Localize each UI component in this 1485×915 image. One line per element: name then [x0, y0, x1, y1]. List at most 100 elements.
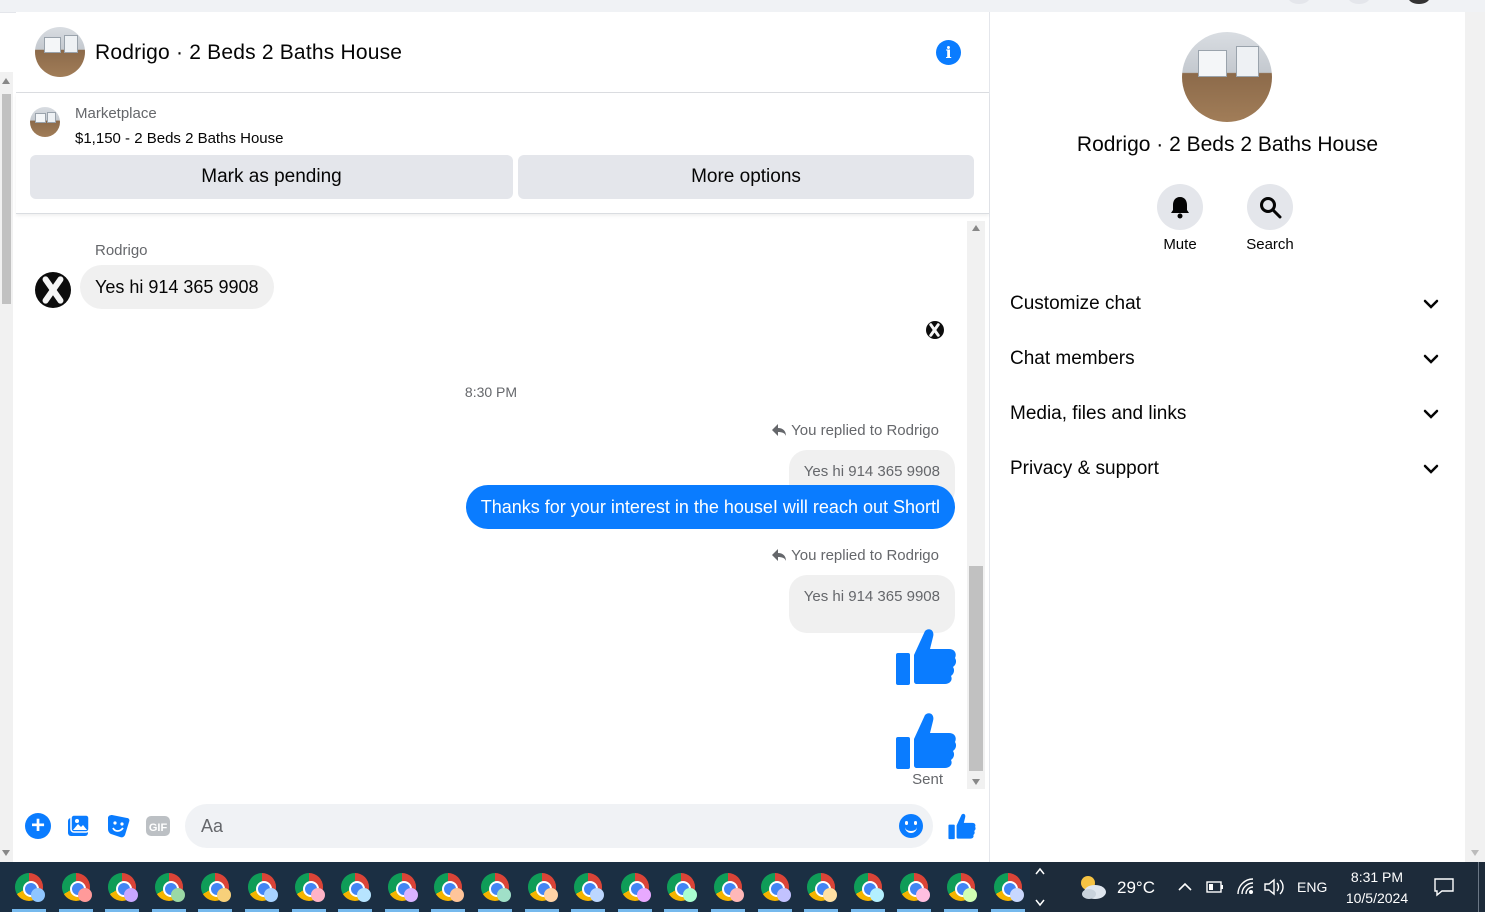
taskbar-chrome-app[interactable]	[286, 862, 330, 912]
input-language[interactable]: ENG	[1297, 879, 1327, 895]
section-label: Media, files and links	[1010, 403, 1187, 424]
sticker-icon[interactable]	[105, 813, 131, 839]
panel-avatar[interactable]	[1182, 32, 1272, 122]
taskbar-chrome-app[interactable]	[192, 862, 236, 912]
mute-label: Mute	[1163, 236, 1197, 253]
listing-thumbnail[interactable]	[30, 107, 60, 137]
reply-label-text: You replied to Rodrigo	[791, 547, 939, 564]
profile-badge-icon	[264, 888, 278, 902]
show-desktop[interactable]	[1478, 862, 1479, 912]
mark-as-pending-button[interactable]: Mark as pending	[30, 155, 513, 199]
scroll-down-arrow-icon[interactable]	[2, 850, 10, 856]
profile-badge-icon	[636, 888, 651, 902]
taskbar-chrome-app[interactable]	[6, 862, 50, 912]
top-profile-icon[interactable]	[1408, 0, 1430, 4]
taskbar-chrome-app[interactable]	[752, 862, 796, 912]
profile-badge-icon	[683, 888, 698, 902]
top-circle-icon[interactable]	[1348, 0, 1370, 4]
conversation-title[interactable]: Rodrigo · 2 Beds 2 Baths House	[95, 41, 402, 65]
more-options-button[interactable]: More options	[518, 155, 974, 199]
scroll-up-arrow-icon[interactable]	[972, 225, 980, 231]
taskbar-chrome-app[interactable]	[332, 862, 376, 912]
clock-time: 8:31 PM	[1350, 869, 1404, 885]
taskbar-chrome-app[interactable]	[612, 862, 656, 912]
section-media-files-links[interactable]: Media, files and links	[1010, 394, 1440, 434]
message-input[interactable]: Aa	[185, 804, 933, 848]
plus-icon[interactable]: +	[25, 813, 51, 839]
thumbs-up-icon[interactable]	[895, 709, 957, 771]
taskbar-chrome-app[interactable]	[798, 862, 842, 912]
taskbar-chrome-app[interactable]	[519, 862, 563, 912]
notification-icon[interactable]	[1433, 876, 1455, 898]
search-circle	[1247, 184, 1293, 230]
taskbar-chrome-app[interactable]	[845, 862, 889, 912]
taskbar-chrome-app[interactable]	[938, 862, 982, 912]
profile-badge-icon	[450, 888, 465, 902]
taskbar-chrome-app[interactable]	[146, 862, 190, 912]
section-chat-members[interactable]: Chat members	[1010, 339, 1440, 379]
system-clock[interactable]: 8:31 PM 10/5/2024	[1335, 867, 1419, 909]
taskbar-chrome-app[interactable]	[891, 862, 935, 912]
send-like-icon[interactable]	[948, 812, 976, 840]
scrollbar-thumb[interactable]	[969, 566, 983, 771]
profile-badge-icon	[776, 888, 791, 902]
info-icon[interactable]: i	[936, 40, 961, 65]
taskbar-chrome-app[interactable]	[425, 862, 469, 912]
scroll-down-arrow-icon[interactable]	[972, 779, 980, 785]
sender-avatar[interactable]	[35, 272, 71, 308]
search-icon	[1260, 197, 1282, 219]
profile-badge-icon	[170, 888, 185, 902]
panel-scrollbar[interactable]	[1465, 12, 1485, 862]
profile-badge-icon	[77, 888, 92, 902]
emoji-icon[interactable]	[899, 814, 923, 838]
messages-scrollbar[interactable]	[967, 221, 985, 789]
chevron-down-icon	[1423, 464, 1439, 474]
chat-window: Rodrigo · 2 Beds 2 Baths House i Marketp…	[16, 12, 990, 862]
chevron-updown-icon	[1035, 867, 1045, 907]
taskbar-chrome-app[interactable]	[99, 862, 143, 912]
wifi-icon[interactable]	[1235, 876, 1255, 898]
battery-icon[interactable]	[1205, 876, 1225, 898]
taskbar-chrome-app[interactable]	[705, 862, 749, 912]
section-privacy-support[interactable]: Privacy & support	[1010, 449, 1440, 489]
taskbar-chrome-app[interactable]	[379, 862, 423, 912]
outgoing-message[interactable]: Thanks for your interest in the houseI w…	[465, 485, 955, 529]
profile-badge-icon	[730, 888, 744, 902]
mute-button[interactable]: Mute	[1140, 184, 1220, 253]
profile-badge-icon	[31, 888, 45, 902]
reply-icon	[772, 424, 787, 436]
incoming-message[interactable]: Yes hi 914 365 9908	[80, 265, 274, 309]
volume-icon[interactable]	[1263, 876, 1287, 898]
conversation-avatar[interactable]	[35, 27, 85, 77]
temperature[interactable]: 29°C	[1117, 878, 1155, 898]
taskbar-scroll[interactable]	[1030, 862, 1050, 912]
taskbar-chrome-app[interactable]	[472, 862, 516, 912]
taskbar-chrome-app[interactable]	[239, 862, 283, 912]
search-label: Search	[1246, 236, 1294, 253]
marketplace-banner: Marketplace $1,150 - 2 Beds 2 Baths Hous…	[16, 93, 989, 214]
search-button[interactable]: Search	[1230, 184, 1310, 253]
scroll-up-arrow-icon[interactable]	[2, 78, 10, 84]
section-label: Chat members	[1010, 348, 1135, 369]
taskbar-chrome-app[interactable]	[658, 862, 702, 912]
page-scrollbar[interactable]	[0, 72, 13, 862]
taskbar-chrome-app[interactable]	[565, 862, 609, 912]
taskbar-chrome-app[interactable]	[53, 862, 97, 912]
gif-icon[interactable]: GIF	[145, 813, 171, 839]
photo-icon[interactable]	[65, 813, 91, 839]
taskbar-chrome-app[interactable]	[985, 862, 1029, 912]
reply-context-label: You replied to Rodrigo	[771, 422, 939, 439]
thumbs-up-icon[interactable]	[895, 625, 957, 687]
chat-header: Rodrigo · 2 Beds 2 Baths House i	[16, 12, 989, 93]
top-circle-icon[interactable]	[1288, 0, 1310, 4]
scroll-down-arrow-icon[interactable]	[1471, 850, 1479, 856]
clock-date: 10/5/2024	[1345, 890, 1409, 906]
message-composer: + GIF Aa	[16, 790, 989, 862]
scrollbar-thumb[interactable]	[2, 94, 11, 304]
listing-title[interactable]: $1,150 - 2 Beds 2 Baths House	[75, 130, 283, 147]
weather-icon[interactable]	[1076, 872, 1108, 902]
chevron-up-icon[interactable]	[1176, 876, 1194, 898]
reply-context-label: You replied to Rodrigo	[771, 547, 939, 564]
section-customize-chat[interactable]: Customize chat	[1010, 284, 1440, 324]
taskbar-apps	[0, 862, 1030, 912]
